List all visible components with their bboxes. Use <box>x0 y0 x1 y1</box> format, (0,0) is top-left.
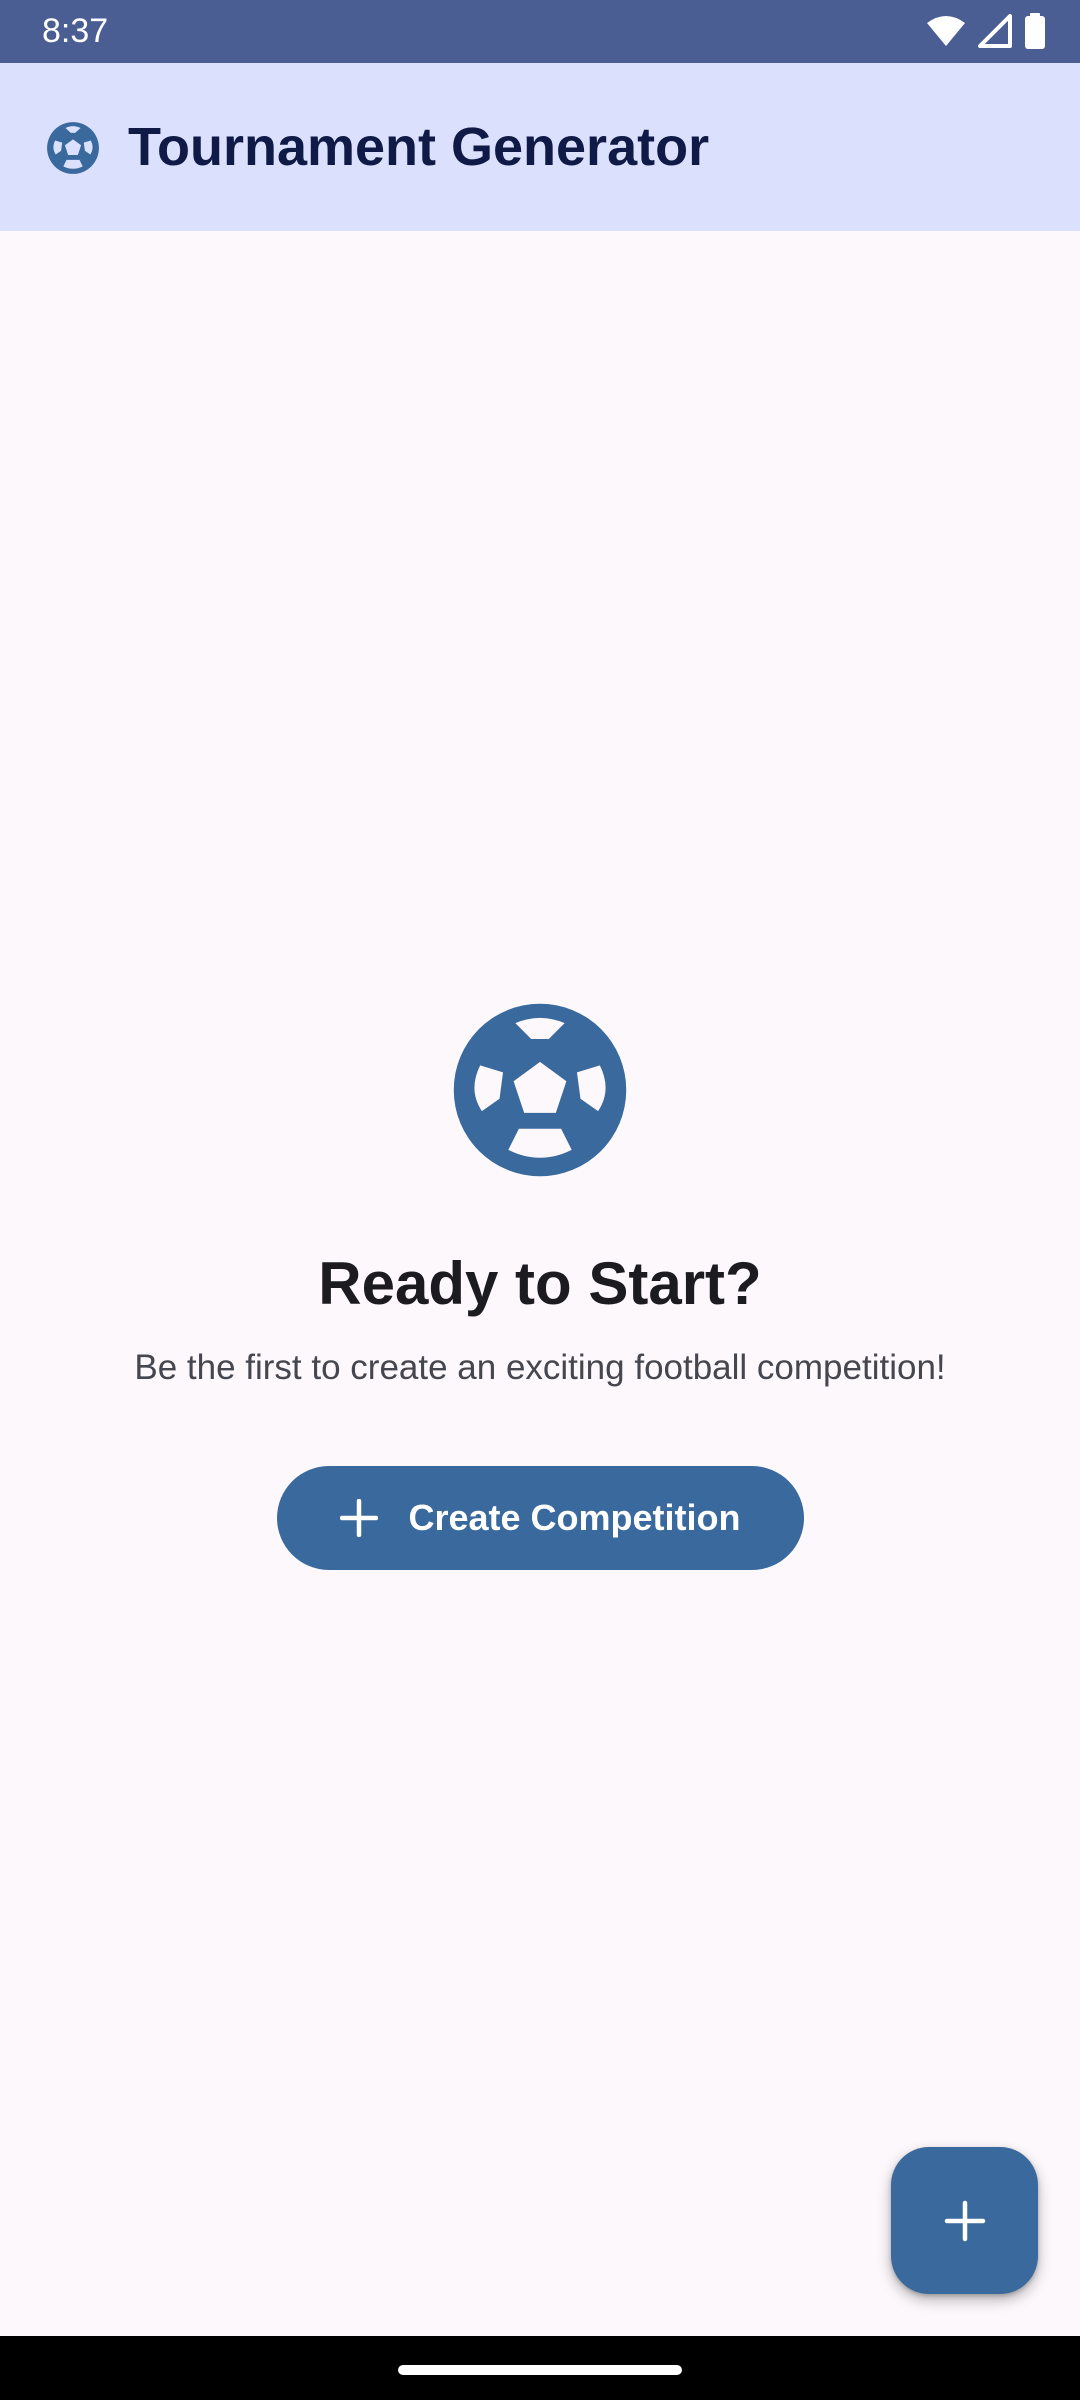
cellular-signal-icon <box>978 14 1012 48</box>
plus-icon <box>340 1498 379 1538</box>
status-time: 8:37 <box>42 12 109 50</box>
status-icons <box>926 12 1046 50</box>
soccer-ball-icon <box>46 121 100 175</box>
soccer-ball-icon <box>452 1002 628 1178</box>
wifi-icon <box>926 15 966 47</box>
status-bar: 8:37 <box>0 0 1080 63</box>
battery-icon <box>1024 13 1046 49</box>
create-competition-label: Create Competition <box>408 1497 741 1538</box>
create-competition-button[interactable]: Create Competition <box>277 1466 804 1570</box>
navigation-bar <box>0 2336 1080 2400</box>
app-title: Tournament Generator <box>128 117 710 177</box>
app-bar: Tournament Generator <box>0 63 1080 231</box>
plus-icon <box>944 2200 986 2242</box>
add-competition-fab[interactable] <box>891 2147 1038 2294</box>
home-gesture-handle[interactable] <box>398 2365 682 2375</box>
empty-state-subtitle: Be the first to create an exciting footb… <box>134 1348 946 1387</box>
empty-state-title: Ready to Start? <box>318 1250 762 1317</box>
